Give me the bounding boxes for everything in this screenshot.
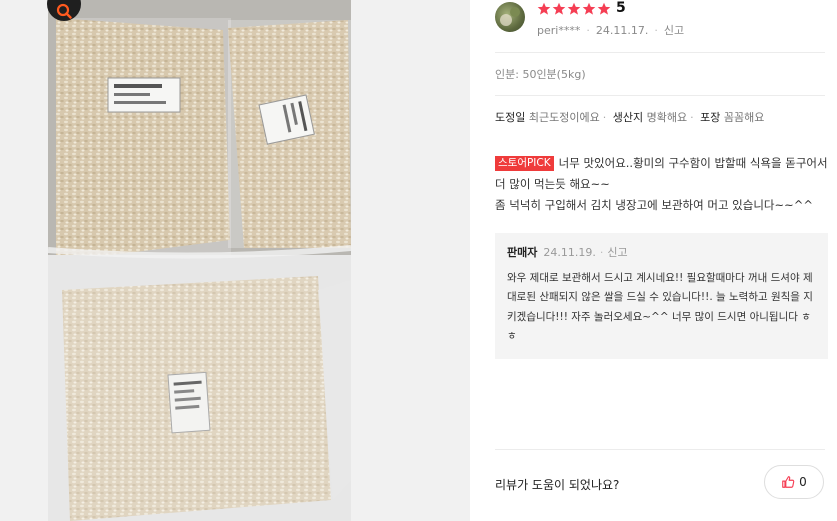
review-photo[interactable]	[48, 0, 351, 521]
attr-value-milling: 최근도정이에요	[528, 111, 600, 124]
star-rating	[537, 2, 611, 16]
attr-key-milling: 도정일	[495, 111, 526, 124]
avatar	[495, 2, 525, 32]
zoom-icon	[56, 3, 72, 19]
review-text-line2: 좀 넉넉히 구입해서 김치 냉장고에 보관하여 머고 있습니다~~^^	[495, 198, 814, 212]
divider	[495, 95, 825, 96]
reviewer-name: peri****	[537, 23, 581, 37]
divider	[495, 449, 825, 450]
reply-text: 와우 제대로 보관해서 드시고 계시네요!! 필요할때마다 꺼내 드셔야 제대로…	[507, 271, 813, 343]
seller-reply: 판매자 24.11.19. · 신고 와우 제대로 보관해서 드시고 계시네요!…	[495, 233, 828, 359]
thumbs-up-icon	[782, 476, 795, 488]
meta-separator: ·	[586, 23, 590, 37]
reply-date: 24.11.19.	[543, 246, 596, 259]
reply-report-link[interactable]: 신고	[607, 243, 627, 263]
star-icon	[567, 2, 581, 15]
star-icon	[552, 2, 566, 15]
divider	[495, 52, 825, 53]
star-icon	[582, 2, 596, 15]
rating-score: 5	[616, 0, 626, 16]
attr-key-packaging: 포장	[700, 111, 721, 124]
attr-key-origin: 생산지	[612, 111, 644, 124]
meta-separator: ·	[599, 246, 604, 259]
attr-value-origin: 명확해요	[646, 111, 688, 124]
review-attributes: 도정일 최근도정이에요 · 생산지 명확해요 · 포장 꼼꼼해요	[495, 111, 765, 124]
helpful-count: 0	[799, 475, 807, 489]
serving-size: 인분: 50인분(5kg)	[495, 68, 586, 81]
attr-value-packaging: 꼼꼼해요	[723, 111, 765, 124]
reply-header: 판매자 24.11.19. · 신고	[507, 243, 818, 263]
star-icon	[537, 2, 551, 15]
star-icon	[597, 2, 611, 15]
meta-separator: ·	[654, 23, 658, 37]
helpful-question: 리뷰가 도움이 되었나요?	[495, 478, 620, 492]
store-pick-badge: 스토어PICK	[495, 156, 554, 171]
report-link[interactable]: 신고	[664, 22, 684, 38]
review-text: 스토어PICK 너무 맛있어요..황미의 구수함이 밥할때 식욕을 돋구어서 더 …	[495, 153, 828, 216]
reply-author: 판매자	[507, 246, 538, 259]
helpful-button[interactable]: 0	[764, 465, 824, 499]
review-meta: peri**** · 24.11.17. · 신고	[537, 22, 684, 38]
review-date: 24.11.17.	[595, 23, 649, 37]
